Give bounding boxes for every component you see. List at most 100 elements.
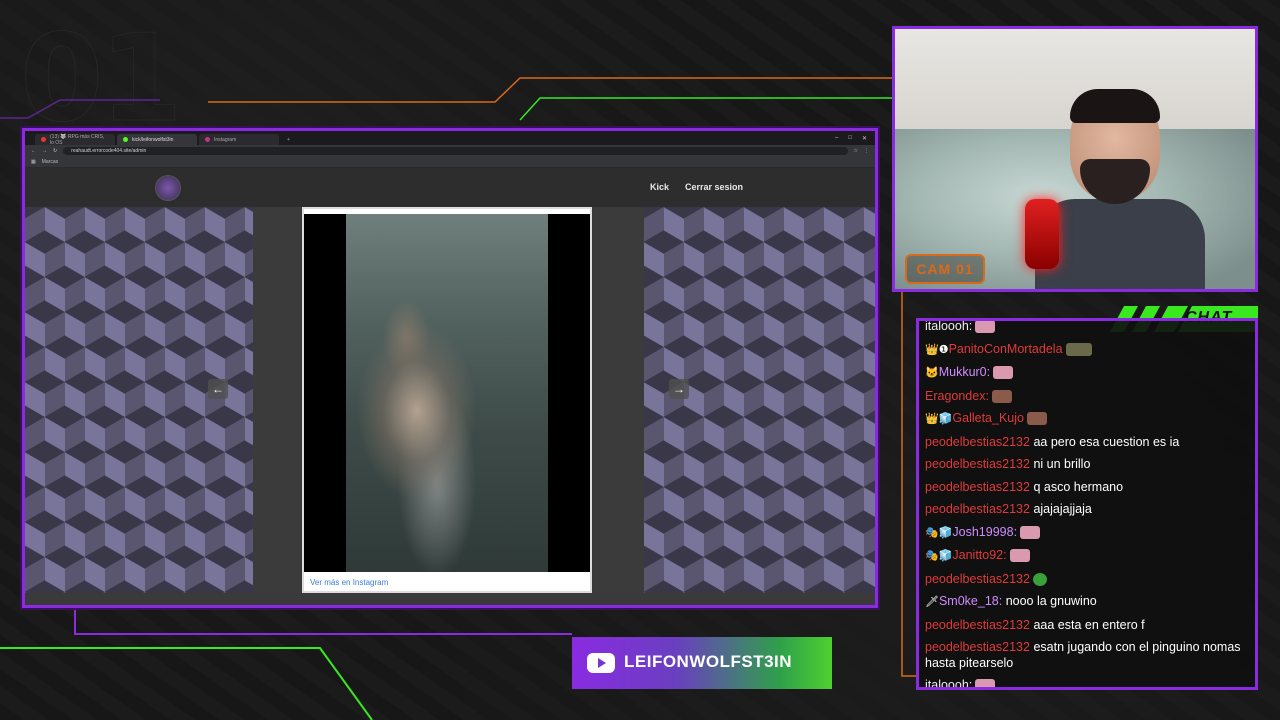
nav-kick-link[interactable]: Kick xyxy=(650,182,669,192)
user-badges: 🎭🧊 xyxy=(925,550,953,562)
chat-message: peodelbestias2132 ni un brillo xyxy=(925,453,1249,476)
menu-icon[interactable]: ⋮ xyxy=(864,148,869,154)
youtube-icon xyxy=(587,653,615,673)
chat-username[interactable]: peodelbestias2132 xyxy=(925,435,1030,449)
close-icon[interactable]: ✕ xyxy=(862,135,867,142)
page-content: ← → Ver más en Instagram xyxy=(25,207,875,605)
instagram-more-link[interactable]: Ver más en Instagram xyxy=(310,578,388,587)
microphone xyxy=(1025,199,1059,269)
chat-emote-icon xyxy=(991,389,1012,403)
browser-tab[interactable]: Instagram xyxy=(199,134,279,145)
cube-pattern-right xyxy=(644,207,875,593)
chat-username[interactable]: Josh19998: xyxy=(952,525,1017,539)
chat-username[interactable]: Eragondex: xyxy=(925,389,989,403)
browser-toolbar: ← → ↻ reahaudt.errorcode404.site/admin ☆… xyxy=(25,145,875,157)
chat-username[interactable]: Mukkur0: xyxy=(939,365,990,379)
tab-label: (13) 🐺 RPG más CRIS, lo OS xyxy=(50,133,105,146)
chat-username[interactable]: peodelbestias2132 xyxy=(925,480,1030,494)
chat-emote-icon xyxy=(1009,549,1030,563)
address-bar[interactable]: reahaudt.errorcode404.site/admin xyxy=(63,147,848,155)
chat-message: Eragondex: xyxy=(925,385,1249,408)
chat-message-list: italoooh: 👑❶PanitoConMortadela 🐱Mukkur0: Er… xyxy=(925,321,1249,687)
instagram-embed: Ver más en Instagram xyxy=(302,207,592,593)
chat-text: aa pero esa cuestion es ia xyxy=(1033,434,1180,449)
chat-message: 🗡Sm0ke_18: nooo la gnuwino xyxy=(925,590,1249,614)
chat-username[interactable]: peodelbestias2132 xyxy=(925,618,1030,632)
chat-message: 👑🧊Galleta_Kujo xyxy=(925,407,1249,431)
next-arrow-icon[interactable]: → xyxy=(669,379,689,399)
user-badges: 🎭🧊 xyxy=(925,526,953,539)
chat-username[interactable]: PanitoConMortadela xyxy=(949,342,1063,356)
chat-username[interactable]: peodelbestias2132 xyxy=(925,457,1030,471)
tab-label: Instagram xyxy=(214,136,237,143)
streamer xyxy=(1035,89,1205,289)
modal-backdrop-right xyxy=(594,207,644,593)
chat-username[interactable]: Janitto92: xyxy=(952,548,1006,562)
chat-username[interactable]: peodelbestias2132 xyxy=(925,640,1030,654)
tab-label: kick/leifonwolfst3in xyxy=(132,136,174,143)
chat-username[interactable]: Sm0ke_18: xyxy=(939,594,1002,608)
chat-panel: italoooh: 👑❶PanitoConMortadela 🐱Mukkur0: Er… xyxy=(916,318,1258,690)
chat-text: nooo la gnuwino xyxy=(1005,594,1097,608)
user-badges: 🗡 xyxy=(925,596,939,608)
chat-message: peodelbestias2132 aaa esta en entero f xyxy=(925,614,1249,637)
chat-username[interactable]: peodelbestias2132 xyxy=(925,502,1030,516)
chat-username[interactable]: italoooh: xyxy=(925,678,972,687)
cube-pattern-left xyxy=(25,207,253,593)
chat-text: aaa esta en entero f xyxy=(1033,617,1145,632)
chat-message: italoooh: xyxy=(925,674,1249,687)
apps-icon[interactable]: ▦ xyxy=(31,159,36,165)
chat-emote-icon xyxy=(993,366,1014,380)
prev-arrow-icon[interactable]: ← xyxy=(208,379,228,399)
webcam-feed: CAM 01 xyxy=(892,26,1258,292)
cam-label: CAM 01 xyxy=(905,254,985,284)
bookmark-item[interactable]: Marcas xyxy=(42,159,58,165)
minimize-icon[interactable]: – xyxy=(835,135,838,142)
instagram-icon xyxy=(205,137,210,142)
chat-text: q asco hermano xyxy=(1033,479,1124,494)
star-icon[interactable]: ☆ xyxy=(854,148,858,154)
new-tab-button[interactable]: + xyxy=(281,134,303,145)
site-navbar: Kick Cerrar sesion xyxy=(25,168,875,208)
nav-logout-link[interactable]: Cerrar sesion xyxy=(685,182,743,192)
chat-message: 🐱Mukkur0: xyxy=(925,361,1249,385)
user-badges: 👑❶ xyxy=(925,343,949,356)
chat-emote-icon xyxy=(975,679,996,687)
chat-username[interactable]: Galleta_Kujo xyxy=(952,411,1024,425)
chat-username[interactable]: peodelbestias2132 xyxy=(925,572,1030,586)
browser-tab[interactable]: (13) 🐺 RPG más CRIS, lo OS xyxy=(35,133,115,146)
forward-icon[interactable]: → xyxy=(42,148,47,154)
chat-username[interactable]: italoooh: xyxy=(925,321,972,333)
user-badges: 👑🧊 xyxy=(925,413,953,425)
browser-tab[interactable]: kick/leifonwolfst3in xyxy=(117,134,197,145)
channel-name: LEIFONWOLFST3IN xyxy=(624,652,793,671)
chat-text: ajajajajjaja xyxy=(1033,502,1092,516)
bookmarks-bar: ▦ Marcas xyxy=(25,157,875,168)
channel-banner: LEIFONWOLFST3IN xyxy=(572,637,832,689)
site-logo[interactable] xyxy=(155,175,181,201)
chat-message: peodelbestias2132 ajajajajjaja xyxy=(925,498,1249,521)
chat-emote-icon xyxy=(975,321,996,334)
chat-message: 🎭🧊Janitto92: xyxy=(925,544,1249,568)
instagram-video[interactable] xyxy=(304,214,590,572)
browser-tabbar: (13) 🐺 RPG más CRIS, lo OS kick/leifonwo… xyxy=(25,131,875,146)
record-dot-icon xyxy=(41,137,46,142)
user-badges: 🐱 xyxy=(925,367,939,379)
chat-message: peodelbestias2132 q asco hermano xyxy=(925,476,1249,499)
reload-icon[interactable]: ↻ xyxy=(53,148,57,154)
chat-message: 👑❶PanitoConMortadela xyxy=(925,338,1249,362)
chat-message: peodelbestias2132 xyxy=(925,568,1249,591)
chat-text: ni un brillo xyxy=(1033,457,1091,471)
modal-backdrop-left xyxy=(253,207,303,593)
chat-message: italoooh: xyxy=(925,321,1249,338)
url-text: reahaudt.errorcode404.site/admin xyxy=(71,148,147,154)
kick-icon xyxy=(123,137,128,142)
chat-emote-icon xyxy=(1026,412,1047,426)
chat-message: peodelbestias2132 esatn jugando con el p… xyxy=(925,636,1249,674)
chat-emote-icon xyxy=(1065,342,1092,356)
chat-message: 🎭🧊Josh19998: xyxy=(925,521,1249,545)
chat-emote-icon xyxy=(1032,572,1047,586)
chat-emote-icon xyxy=(1020,525,1041,539)
back-icon[interactable]: ← xyxy=(31,148,36,154)
maximize-icon[interactable]: □ xyxy=(848,135,852,142)
